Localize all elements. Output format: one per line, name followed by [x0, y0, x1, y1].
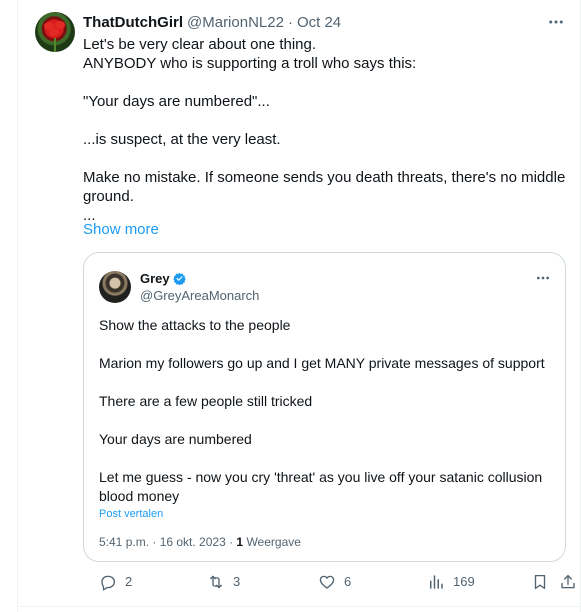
- translate-post-link[interactable]: Post vertalen: [99, 508, 163, 520]
- quoted-tweet-timestamp[interactable]: 5:41 p.m. · 16 okt. 2023 ·: [99, 535, 236, 549]
- poppy-petal: [49, 28, 59, 36]
- quoted-tweet[interactable]: Grey @GreyAreaMonarch Show the attacks t…: [83, 252, 566, 562]
- like-button[interactable]: 6: [318, 571, 351, 593]
- tweet-text-line: "Your days are numbered"...: [83, 93, 270, 110]
- header-separator: ·: [287, 13, 293, 31]
- author-avatar[interactable]: [35, 12, 75, 52]
- quoted-author-name[interactable]: Grey: [140, 271, 170, 286]
- bookmark-button[interactable]: [531, 571, 557, 593]
- quoted-tweet-meta: 5:41 p.m. · 16 okt. 2023 · 1 Weergave: [99, 535, 301, 549]
- tweet-text-line: ANYBODY who is supporting a troll who sa…: [83, 55, 417, 72]
- tweet-header: ThatDutchGirl @MarionNL22 · Oct 24: [83, 12, 341, 32]
- tweet-text-line: [83, 111, 568, 130]
- reply-count: 2: [125, 574, 133, 589]
- like-count: 6: [344, 574, 352, 589]
- heart-icon: [319, 575, 335, 589]
- tweet-date[interactable]: Oct 24: [297, 14, 341, 31]
- tweet-actions-bar: 2 3 6 169: [83, 571, 575, 593]
- more-horizontal-icon: [549, 20, 563, 24]
- quoted-paragraph: Show the attacks to the people: [99, 317, 291, 333]
- bookmark-icon: [534, 574, 546, 590]
- reply-button[interactable]: 2: [99, 571, 132, 593]
- quoted-paragraph: Your days are numbered: [99, 431, 252, 447]
- reply-icon: [101, 575, 116, 591]
- tweet-text-line: [83, 149, 568, 168]
- tweet-text-line: ground.: [83, 188, 134, 205]
- author-handle[interactable]: @MarionNL22: [187, 14, 284, 31]
- retweet-icon: [210, 575, 222, 589]
- views-count: 169: [453, 574, 475, 589]
- tweet[interactable]: ThatDutchGirl @MarionNL22 · Oct 24 Let's…: [18, 0, 580, 606]
- quoted-author-name-row[interactable]: Grey: [140, 271, 186, 286]
- tweet-text-line: ...is suspect, at the very least.: [83, 131, 281, 148]
- quoted-paragraph: There are a few people still tricked: [99, 393, 313, 409]
- retweet-button[interactable]: 3: [207, 571, 240, 593]
- tweet-text: Let's be very clear about one thing. ANY…: [83, 35, 568, 225]
- more-options-button[interactable]: [546, 12, 566, 32]
- retweet-count: 3: [233, 574, 241, 589]
- share-button[interactable]: [559, 571, 581, 593]
- views-button[interactable]: 169: [427, 571, 475, 593]
- show-more-link[interactable]: Show more: [83, 221, 159, 238]
- verified-badge-icon: [172, 272, 186, 285]
- quoted-paragraph: Let me guess - now you cry 'threat' as y…: [99, 469, 543, 504]
- quoted-author-avatar[interactable]: [99, 271, 131, 303]
- tweet-text-line: Let's be very clear about one thing.: [83, 36, 317, 53]
- poppy-stem: [54, 38, 56, 52]
- quoted-paragraph: Marion my followers go up and I get MANY…: [99, 355, 545, 371]
- more-horizontal-icon: [537, 276, 549, 280]
- share-icon: [561, 574, 575, 589]
- tweet-text-line: Make no mistake. If someone sends you de…: [83, 169, 566, 186]
- tweet-bottom-divider: [17, 606, 581, 607]
- quoted-more-options-button[interactable]: [535, 270, 551, 289]
- author-name[interactable]: ThatDutchGirl: [83, 14, 183, 31]
- tweet-text-line: [83, 73, 568, 92]
- quoted-author-handle[interactable]: @GreyAreaMonarch: [140, 288, 259, 303]
- analytics-icon: [430, 575, 443, 589]
- quoted-views-label: Weergave: [243, 535, 301, 549]
- quoted-tweet-text: Show the attacks to the people Marion my…: [99, 316, 554, 506]
